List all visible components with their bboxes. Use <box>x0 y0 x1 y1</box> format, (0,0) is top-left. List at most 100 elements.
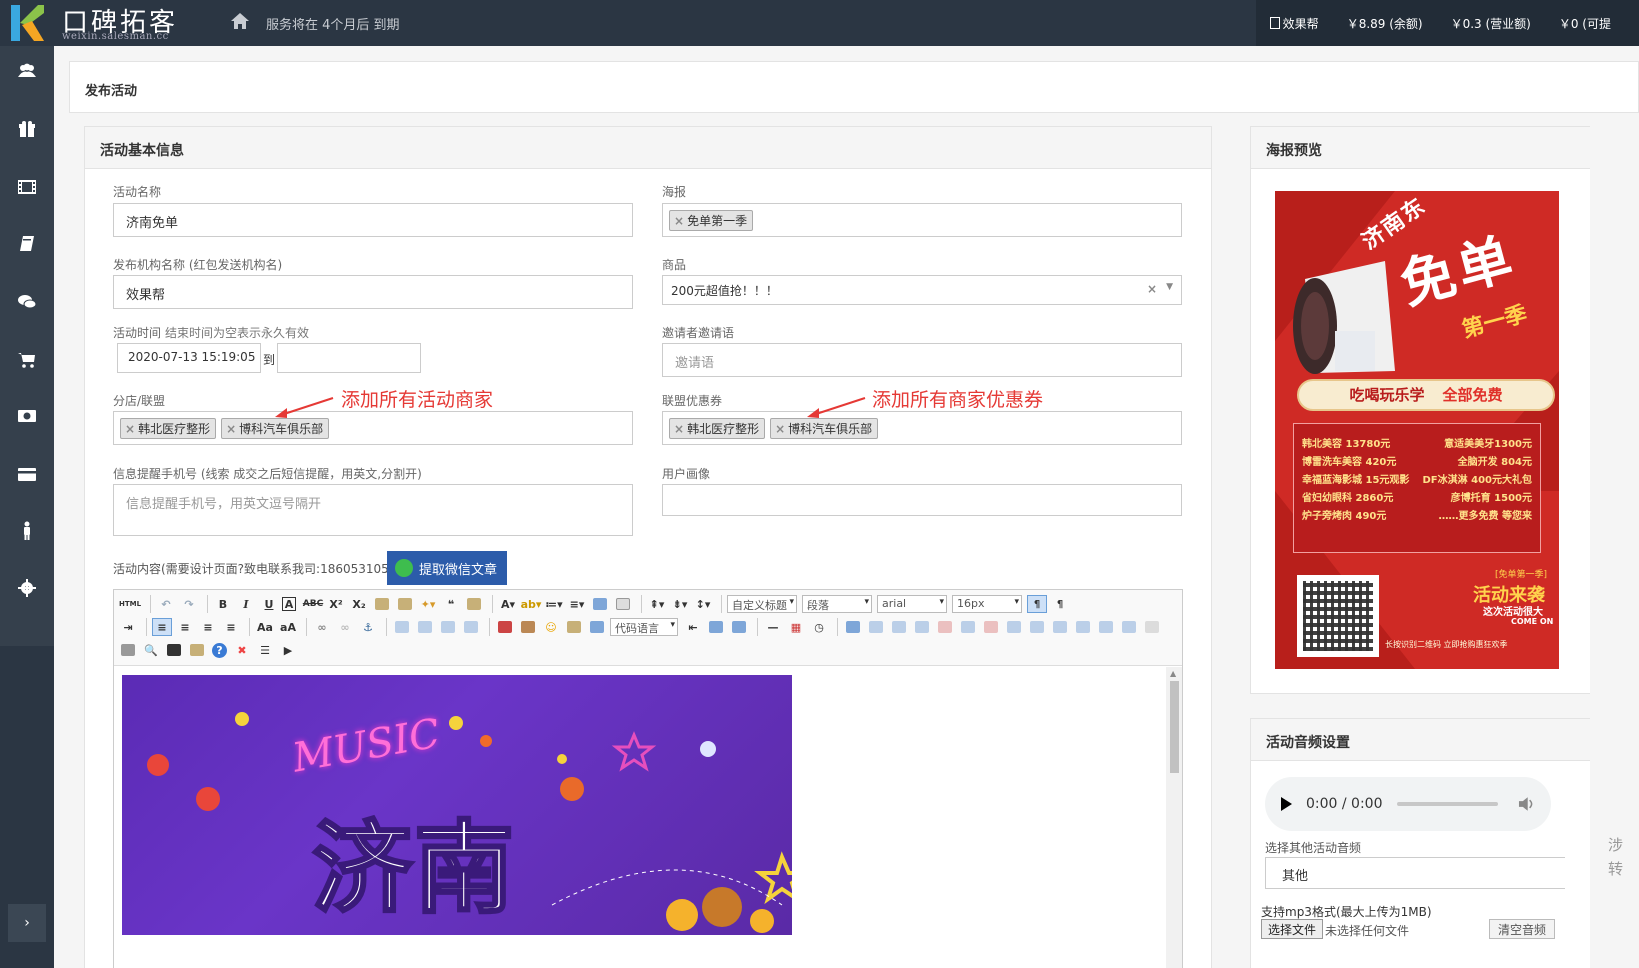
film-icon[interactable] <box>14 174 40 200</box>
html-source-button[interactable]: HTML <box>118 595 142 613</box>
charts-icon[interactable] <box>1142 618 1162 636</box>
search-replace-icon[interactable] <box>164 641 184 659</box>
users-icon[interactable] <box>14 58 40 84</box>
image-center-icon[interactable] <box>461 618 481 636</box>
volume-icon[interactable] <box>1518 796 1535 812</box>
sidebar-toggle-button[interactable]: › <box>8 904 46 942</box>
phone-textarea[interactable]: 信息提醒手机号，用英文逗号隔开 <box>113 484 633 536</box>
insert-table-icon[interactable] <box>843 618 863 636</box>
home-icon[interactable] <box>230 12 250 30</box>
invite-input[interactable]: 邀请语 <box>662 343 1182 377</box>
bold-icon[interactable]: B <box>213 595 233 613</box>
background-icon[interactable] <box>729 618 749 636</box>
to-lowercase-icon[interactable]: aA <box>278 618 298 636</box>
audio-player[interactable]: 0:00 / 0:00 <box>1265 777 1551 831</box>
insert-image-icon[interactable] <box>518 618 538 636</box>
align-center-icon[interactable]: ≡ <box>175 618 195 636</box>
delete-row-icon[interactable] <box>935 618 955 636</box>
editor-scrollbar[interactable]: ▲ <box>1166 667 1182 968</box>
remove-tag-icon[interactable]: × <box>674 214 684 228</box>
activity-name-input[interactable]: 济南免单 <box>113 203 633 237</box>
row-spacing-top-icon[interactable]: ⇞▾ <box>647 595 667 613</box>
logo[interactable]: 口碑拓客 weixin.salesman.cc <box>0 0 200 46</box>
code-language-select[interactable]: 代码语言 <box>610 618 678 636</box>
merge-cells-icon[interactable] <box>1004 618 1024 636</box>
line-height-icon[interactable]: ↕▾ <box>693 595 713 613</box>
template-icon[interactable] <box>706 618 726 636</box>
subscript-icon[interactable]: X₂ <box>349 595 369 613</box>
scroll-up-icon[interactable]: ▲ <box>1170 669 1176 678</box>
help-icon[interactable]: ? <box>212 642 227 658</box>
ordered-list-icon[interactable]: ≔▾ <box>544 595 564 613</box>
audio-progress-slider[interactable] <box>1396 802 1498 806</box>
image-right-icon[interactable] <box>438 618 458 636</box>
align-right-icon[interactable]: ≡ <box>198 618 218 636</box>
page-break-icon[interactable]: ⇤ <box>683 618 703 636</box>
row-spacing-bottom-icon[interactable]: ⇟▾ <box>670 595 690 613</box>
font-color-icon[interactable]: A▾ <box>498 595 518 613</box>
remove-tag-icon[interactable]: × <box>226 422 236 436</box>
insert-paragraph-before-table-icon[interactable] <box>889 618 909 636</box>
blockquote-icon[interactable]: ❝ <box>441 595 461 613</box>
font-size-select[interactable]: 16px <box>952 595 1022 613</box>
coupon-select[interactable]: × 韩北医疗整形 × 博科汽车俱乐部 <box>662 411 1182 445</box>
comments-icon[interactable] <box>14 289 40 315</box>
clear-selection-icon[interactable]: × <box>1147 282 1157 296</box>
poster-tag[interactable]: × 免单第一季 <box>669 210 754 231</box>
start-time-input[interactable]: 2020-07-13 15:19:05 <box>117 343 261 373</box>
money-icon[interactable] <box>14 403 40 429</box>
gear-icon[interactable] <box>14 575 40 601</box>
book-icon[interactable] <box>14 231 40 257</box>
merge-down-icon[interactable] <box>1050 618 1070 636</box>
male-icon[interactable] <box>14 518 40 544</box>
rtl-icon[interactable]: ¶ <box>1050 595 1070 613</box>
align-left-icon[interactable]: ≡ <box>152 618 172 636</box>
remove-tag-icon[interactable]: × <box>674 422 684 436</box>
preview-icon[interactable]: 🔍 <box>141 641 161 659</box>
delete-table-icon[interactable] <box>866 618 886 636</box>
branch-tag[interactable]: × 博科汽车俱乐部 <box>221 418 330 439</box>
underline-icon[interactable]: U <box>259 595 279 613</box>
choose-file-button[interactable]: 选择文件 <box>1261 919 1324 939</box>
unordered-list-icon[interactable]: ≡▾ <box>567 595 587 613</box>
extract-wechat-article-button[interactable]: 提取微信文章 <box>387 551 508 585</box>
audio-select[interactable]: 其他 <box>1265 857 1565 889</box>
gift-icon[interactable] <box>14 116 40 142</box>
link-icon[interactable]: ∞ <box>312 618 332 636</box>
branch-tag[interactable]: × 韩北医疗整形 <box>120 418 217 439</box>
clear-doc-icon[interactable] <box>613 595 633 613</box>
align-justify-icon[interactable]: ≡ <box>221 618 241 636</box>
font-border-icon[interactable]: A <box>282 597 296 611</box>
unlink-icon[interactable]: ∞ <box>335 618 355 636</box>
custom-title-select[interactable]: 自定义标题 <box>727 595 797 613</box>
end-time-input[interactable] <box>277 343 421 373</box>
avatar-input[interactable] <box>662 484 1182 516</box>
image-none-icon[interactable] <box>392 618 412 636</box>
scroll-thumb[interactable] <box>1170 681 1179 773</box>
to-uppercase-icon[interactable]: Aa <box>255 618 275 636</box>
xiumi-icon[interactable]: ✖ <box>232 641 252 659</box>
coupon-tag[interactable]: × 韩北医疗整形 <box>669 418 766 439</box>
split-to-cells-icon[interactable] <box>1073 618 1093 636</box>
credit-card-icon[interactable] <box>14 461 40 487</box>
play-icon[interactable] <box>1281 797 1292 811</box>
insert-row-icon[interactable] <box>912 618 932 636</box>
image-left-icon[interactable] <box>415 618 435 636</box>
balance[interactable]: ￥8.89 (余额) <box>1347 15 1423 32</box>
ltr-icon[interactable]: ¶ <box>1027 595 1047 613</box>
account-name[interactable]: 效果帮 <box>1269 15 1319 32</box>
revenue[interactable]: ￥0.3 (营业额) <box>1451 15 1531 32</box>
split-to-rows-icon[interactable] <box>1096 618 1116 636</box>
indent-icon[interactable]: ⇥ <box>118 618 138 636</box>
split-to-cols-icon[interactable] <box>1119 618 1139 636</box>
remove-tag-icon[interactable]: × <box>125 422 135 436</box>
anchor-icon[interactable]: ⚓ <box>358 618 378 636</box>
select-all-icon[interactable] <box>590 595 610 613</box>
print-icon[interactable] <box>118 641 138 659</box>
remove-tag-icon[interactable]: × <box>775 422 785 436</box>
rich-text-editor[interactable]: HTML ↶ ↷ B I U A ABC X² X₂ ✦▾ ❝ A▾ ab▾ ≔… <box>113 589 1290 968</box>
branch-select[interactable]: × 韩北医疗整形 × 博科汽车俱乐部 <box>113 411 633 445</box>
horizontal-rule-icon[interactable]: — <box>763 618 783 636</box>
merge-right-icon[interactable] <box>1027 618 1047 636</box>
italic-icon[interactable]: I <box>236 595 256 613</box>
